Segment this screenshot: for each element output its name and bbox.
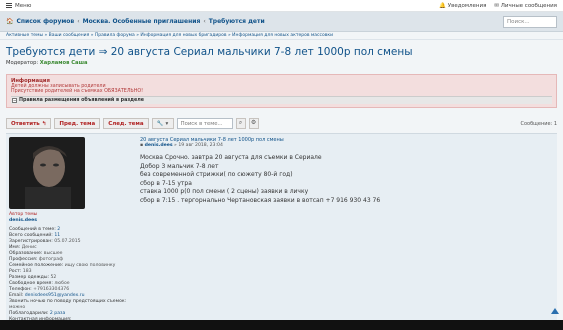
profile-field-label: Email: <box>9 293 25 298</box>
post-content: Москва Срочно. завтра 20 августа для съе… <box>140 154 551 205</box>
page-title[interactable]: Требуются дети ⇒ 20 августа Сериал мальч… <box>0 40 563 60</box>
profile-field-label: Рост: <box>9 269 23 274</box>
moderator-line: Модератор: Харламов Саша <box>0 60 563 72</box>
gear-icon: ⚙ <box>250 119 257 126</box>
profile-field-label: Звонить ночью по поводу предстоящих съем… <box>9 299 127 304</box>
menu-button[interactable]: Меню <box>6 3 31 9</box>
profile-field-value: любое <box>54 281 70 286</box>
reply-icon: ↰ <box>41 120 47 127</box>
profile-field-label: Размер одежды: <box>9 275 51 280</box>
profile-field-value: 05.07.2015 <box>54 239 81 244</box>
reply-button[interactable]: Ответить ↰ <box>6 118 52 129</box>
notifications-label: Уведомления <box>447 2 487 9</box>
profile-field-value[interactable]: denisdees951@yandex.ru <box>25 293 85 298</box>
avatar-image <box>9 137 85 209</box>
profile-field-value: +79163304376 <box>33 287 70 292</box>
breadcrumb-item-children[interactable]: Требуются дети <box>209 18 265 25</box>
home-icon: 🏠 <box>6 18 14 25</box>
profile-field-label: Семейное положение: <box>9 263 65 268</box>
post-meta: ▪ denis.dees » 19 авг 2018, 23:04 <box>140 143 551 148</box>
chevron-down-icon: ▾ <box>165 120 169 127</box>
profile-field-value: ищу свою половинку <box>64 263 116 268</box>
next-topic-button[interactable]: След. тема <box>103 118 149 129</box>
profile-field-label: Всего сообщений: <box>9 233 55 238</box>
breadcrumb-separator: ‹ <box>203 18 206 25</box>
rules-label: Правила размещения объявлений в разделе <box>19 98 145 103</box>
profile-field-value: фотограф <box>38 257 64 262</box>
post-line: Москва Срочно. завтра 20 августа для съе… <box>140 154 322 161</box>
profile-field-label: Образование: <box>9 251 44 256</box>
topic-search-input[interactable]: Поиск в теме... <box>176 118 233 129</box>
profile-field-value: можно <box>9 305 26 310</box>
collapse-icon: − <box>12 98 17 103</box>
search-icon: ⌕ <box>238 119 243 126</box>
rules-toggle[interactable]: − Правила размещения объявлений в раздел… <box>11 96 552 104</box>
profile-field-label: Сообщений в теме: <box>9 227 58 232</box>
profile-field-label: Свободное время: <box>9 281 55 286</box>
advanced-search-button[interactable]: ⚙ <box>248 118 259 129</box>
post-line: ставка 1000 р(0 пол смени ( 2 сцены) зая… <box>140 188 309 195</box>
post-body: 20 августа Сериал мальчики 7-8 лет 1000р… <box>134 134 557 330</box>
hamburger-icon <box>6 3 12 8</box>
profile-field-value: высшее <box>43 251 63 256</box>
profile-field-value: 52 <box>50 275 57 280</box>
message-count: Сообщение: 1 <box>520 120 557 127</box>
topic-tools-button[interactable]: 🔧 ▾ <box>151 118 174 129</box>
profile-field-value: Денис <box>21 245 37 250</box>
avatar[interactable] <box>9 137 85 209</box>
post-line: без современной стрижки( по сюжету 80-й … <box>140 171 293 178</box>
info-line: Присутствие родителей на съемках ОБЯЗАТЕ… <box>11 89 144 94</box>
profile-field-value[interactable]: 2 раза <box>50 311 65 316</box>
menu-label: Меню <box>15 2 32 9</box>
wrench-icon: 🔧 <box>156 120 164 127</box>
post-icon: ▪ <box>140 143 144 148</box>
profile-fields: Сообщений в теме: 2 Всего сообщений: 11 За… <box>9 227 131 323</box>
post-author[interactable]: denis.dees <box>145 143 173 148</box>
topic-toolbar: Ответить ↰ Пред. тема След. тема 🔧 ▾ Пои… <box>0 110 563 133</box>
profile-field-label: Поблагодарили: <box>9 311 50 316</box>
author-name[interactable]: denis.dees <box>9 218 131 224</box>
messages-label: Личные сообщения <box>500 2 557 9</box>
quick-links[interactable]: Активные темы » Ваши сообщения » Правила… <box>0 32 563 40</box>
profile-field-value: 183 <box>22 269 32 274</box>
search-button[interactable]: ⌕ <box>235 118 246 129</box>
breadcrumb-bar: 🏠 Список форумов ‹ Москва. Особенные при… <box>0 12 563 32</box>
breadcrumb-item-forums[interactable]: Список форумов <box>16 18 74 25</box>
post-profile: Автор темы denis.dees Сообщений в теме: … <box>6 134 134 330</box>
breadcrumb: 🏠 Список форумов ‹ Москва. Особенные при… <box>6 18 265 25</box>
notifications-link[interactable]: 🔔 Уведомления <box>439 3 486 9</box>
info-box: Информация Детей должны записывать родит… <box>6 74 557 108</box>
profile-field-label: Телефон: <box>9 287 34 292</box>
post: Автор темы denis.dees Сообщений в теме: … <box>6 133 557 330</box>
post-line: Добор 3 мальчик 7-8 лет <box>140 162 219 170</box>
envelope-icon: ✉ <box>494 2 500 9</box>
forum-search-input[interactable]: Поиск... <box>503 15 557 28</box>
breadcrumb-separator: ‹ <box>77 18 80 25</box>
top-bar: Меню 🔔 Уведомления ✉ Личные сообщения <box>0 0 563 12</box>
profile-field-label: Зарегистрирован: <box>9 239 55 244</box>
profile-field: Звонить ночью по поводу предстоящих съем… <box>9 299 131 311</box>
bell-icon: 🔔 <box>439 2 446 9</box>
profile-field-value[interactable]: 11 <box>54 233 60 238</box>
profile-field-label: Имя: <box>9 245 22 250</box>
private-messages-link[interactable]: ✉ Личные сообщения <box>494 3 557 9</box>
post-line: сбор в 7-15 утра <box>140 179 192 187</box>
scroll-top-icon[interactable] <box>551 308 559 314</box>
reply-label: Ответить <box>11 120 40 127</box>
profile-field-label: Профессия: <box>9 257 39 262</box>
moderator-link[interactable]: Харламов Саша <box>40 60 88 66</box>
post-line: сбор в 7:15 . тергорнально Чертановская … <box>140 196 381 204</box>
post-date: » 19 авг 2018, 23:04 <box>174 143 223 148</box>
profile-field-value[interactable]: 2 <box>57 227 60 232</box>
breadcrumb-item-moscow[interactable]: Москва. Особенные приглашения <box>83 18 201 25</box>
moderator-label: Модератор: <box>6 60 39 66</box>
prev-topic-button[interactable]: Пред. тема <box>54 118 101 129</box>
bottom-strip <box>0 320 563 330</box>
